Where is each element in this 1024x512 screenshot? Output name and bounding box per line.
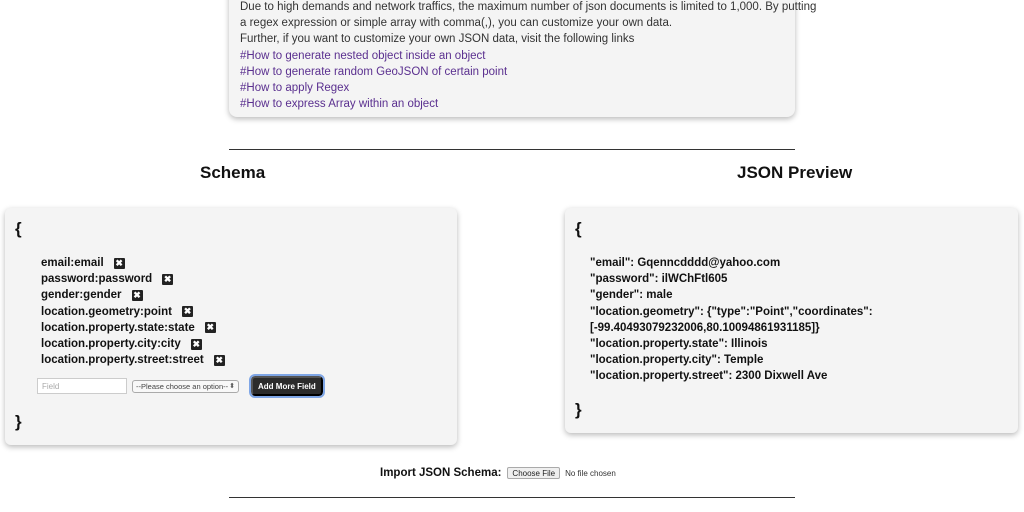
json-preview-title: JSON Preview (737, 163, 853, 182)
preview-close-brace: } (575, 400, 582, 419)
json-preview-line: "location.property.city": Temple (590, 354, 764, 367)
divider-bottom (229, 497, 795, 498)
json-preview-line: "gender": male (590, 289, 673, 302)
file-status-text: No file chosen (565, 468, 616, 478)
json-preview-line: "location.geometry": {"type":"Point","co… (590, 305, 873, 318)
delete-icon[interactable]: ✖ (113, 257, 125, 269)
json-preview-panel: { "email": Gqenncdddd@yahoo.com "passwor… (565, 208, 1018, 433)
link-apply-regex[interactable]: #How to apply Regex (240, 80, 795, 96)
schema-open-brace: { (15, 219, 22, 238)
schema-field-label: email:email (41, 257, 104, 270)
field-type-select[interactable]: --Please choose an option-- ⬍ (132, 379, 239, 393)
field-name-input[interactable] (37, 378, 127, 394)
schema-close-brace: } (15, 412, 22, 431)
schema-field-label: location.property.street:street (41, 354, 204, 367)
choose-file-button[interactable]: Choose File (507, 467, 561, 479)
info-text-line: Due to high demands and network traffics… (240, 1, 817, 13)
schema-field-label: password:password (41, 273, 153, 286)
schema-field-label: location.property.state:state (41, 321, 195, 334)
json-preview-line: "location.property.state": Illinois (590, 337, 768, 350)
info-text-line: Further, if you want to customize your o… (240, 33, 635, 46)
delete-icon[interactable]: ✖ (181, 306, 193, 318)
schema-field-label: location.geometry:point (41, 305, 172, 318)
divider-top (229, 149, 795, 150)
schema-panel: { email:email ✖ password:password ✖ gend… (5, 208, 457, 445)
json-preview-line: "location.property.street": 2300 Dixwell… (590, 370, 828, 383)
info-card: Due to high demands and network traffics… (229, 0, 817, 117)
preview-open-brace: { (575, 219, 582, 238)
json-preview-line: [-99.40493079232006,80.10094861931185]} (590, 321, 820, 334)
import-schema-label: Import JSON Schema: (380, 467, 502, 479)
add-more-field-button[interactable]: Add More Field (249, 374, 325, 398)
delete-icon[interactable]: ✖ (162, 273, 174, 285)
json-preview-line: "password": ilWChFtl605 (590, 273, 728, 286)
json-preview-line: "email": Gqenncdddd@yahoo.com (590, 257, 781, 269)
schema-field-label: location.property.city:city (41, 338, 181, 351)
delete-icon[interactable]: ✖ (190, 338, 202, 350)
info-text-line: a regex expression or simple array with … (240, 17, 673, 30)
schema-field-row: location.property.street:street ✖ (41, 352, 225, 368)
schema-field-row: location.property.state:state ✖ (41, 320, 225, 336)
schema-title: Schema (200, 163, 266, 182)
import-schema-row: Import JSON Schema: Choose File No file … (380, 467, 616, 479)
select-arrows-icon: ⬍ (229, 383, 235, 390)
schema-field-row: email:email ✖ (41, 255, 225, 271)
json-preview-list: "email": Gqenncdddd@yahoo.com "password"… (590, 255, 873, 385)
delete-icon[interactable]: ✖ (204, 322, 216, 334)
schema-field-row: location.property.city:city ✖ (41, 336, 225, 352)
schema-field-row: location.geometry:point ✖ (41, 304, 225, 320)
delete-icon[interactable]: ✖ (131, 289, 143, 301)
add-field-row: --Please choose an option-- ⬍ Add More F… (37, 374, 325, 398)
schema-field-row: password:password ✖ (41, 271, 225, 287)
field-type-select-value: --Please choose an option-- (136, 381, 229, 391)
link-array-in-object[interactable]: #How to express Array within an object (240, 96, 795, 112)
link-nested-object[interactable]: #How to generate nested object inside an… (240, 48, 795, 64)
schema-field-label: gender:gender (41, 289, 122, 302)
delete-icon[interactable]: ✖ (213, 354, 225, 366)
link-random-geojson[interactable]: #How to generate random GeoJSON of certa… (240, 64, 795, 80)
schema-field-list: email:email ✖ password:password ✖ gender… (41, 255, 225, 368)
schema-field-row: gender:gender ✖ (41, 287, 225, 303)
